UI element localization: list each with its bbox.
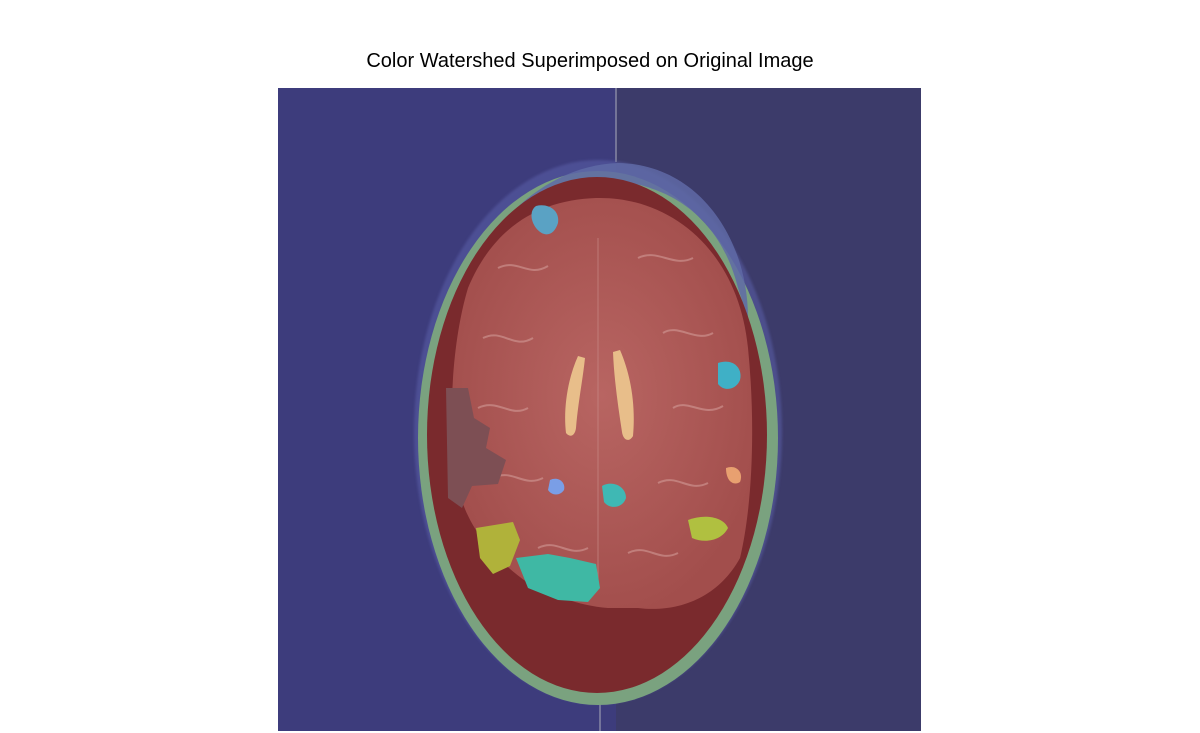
mri-image-canvas bbox=[278, 88, 921, 731]
watershed-overlay-image bbox=[278, 88, 921, 731]
figure-title: Color Watershed Superimposed on Original… bbox=[366, 50, 814, 72]
figure: Color Watershed Superimposed on Original… bbox=[0, 0, 1200, 733]
